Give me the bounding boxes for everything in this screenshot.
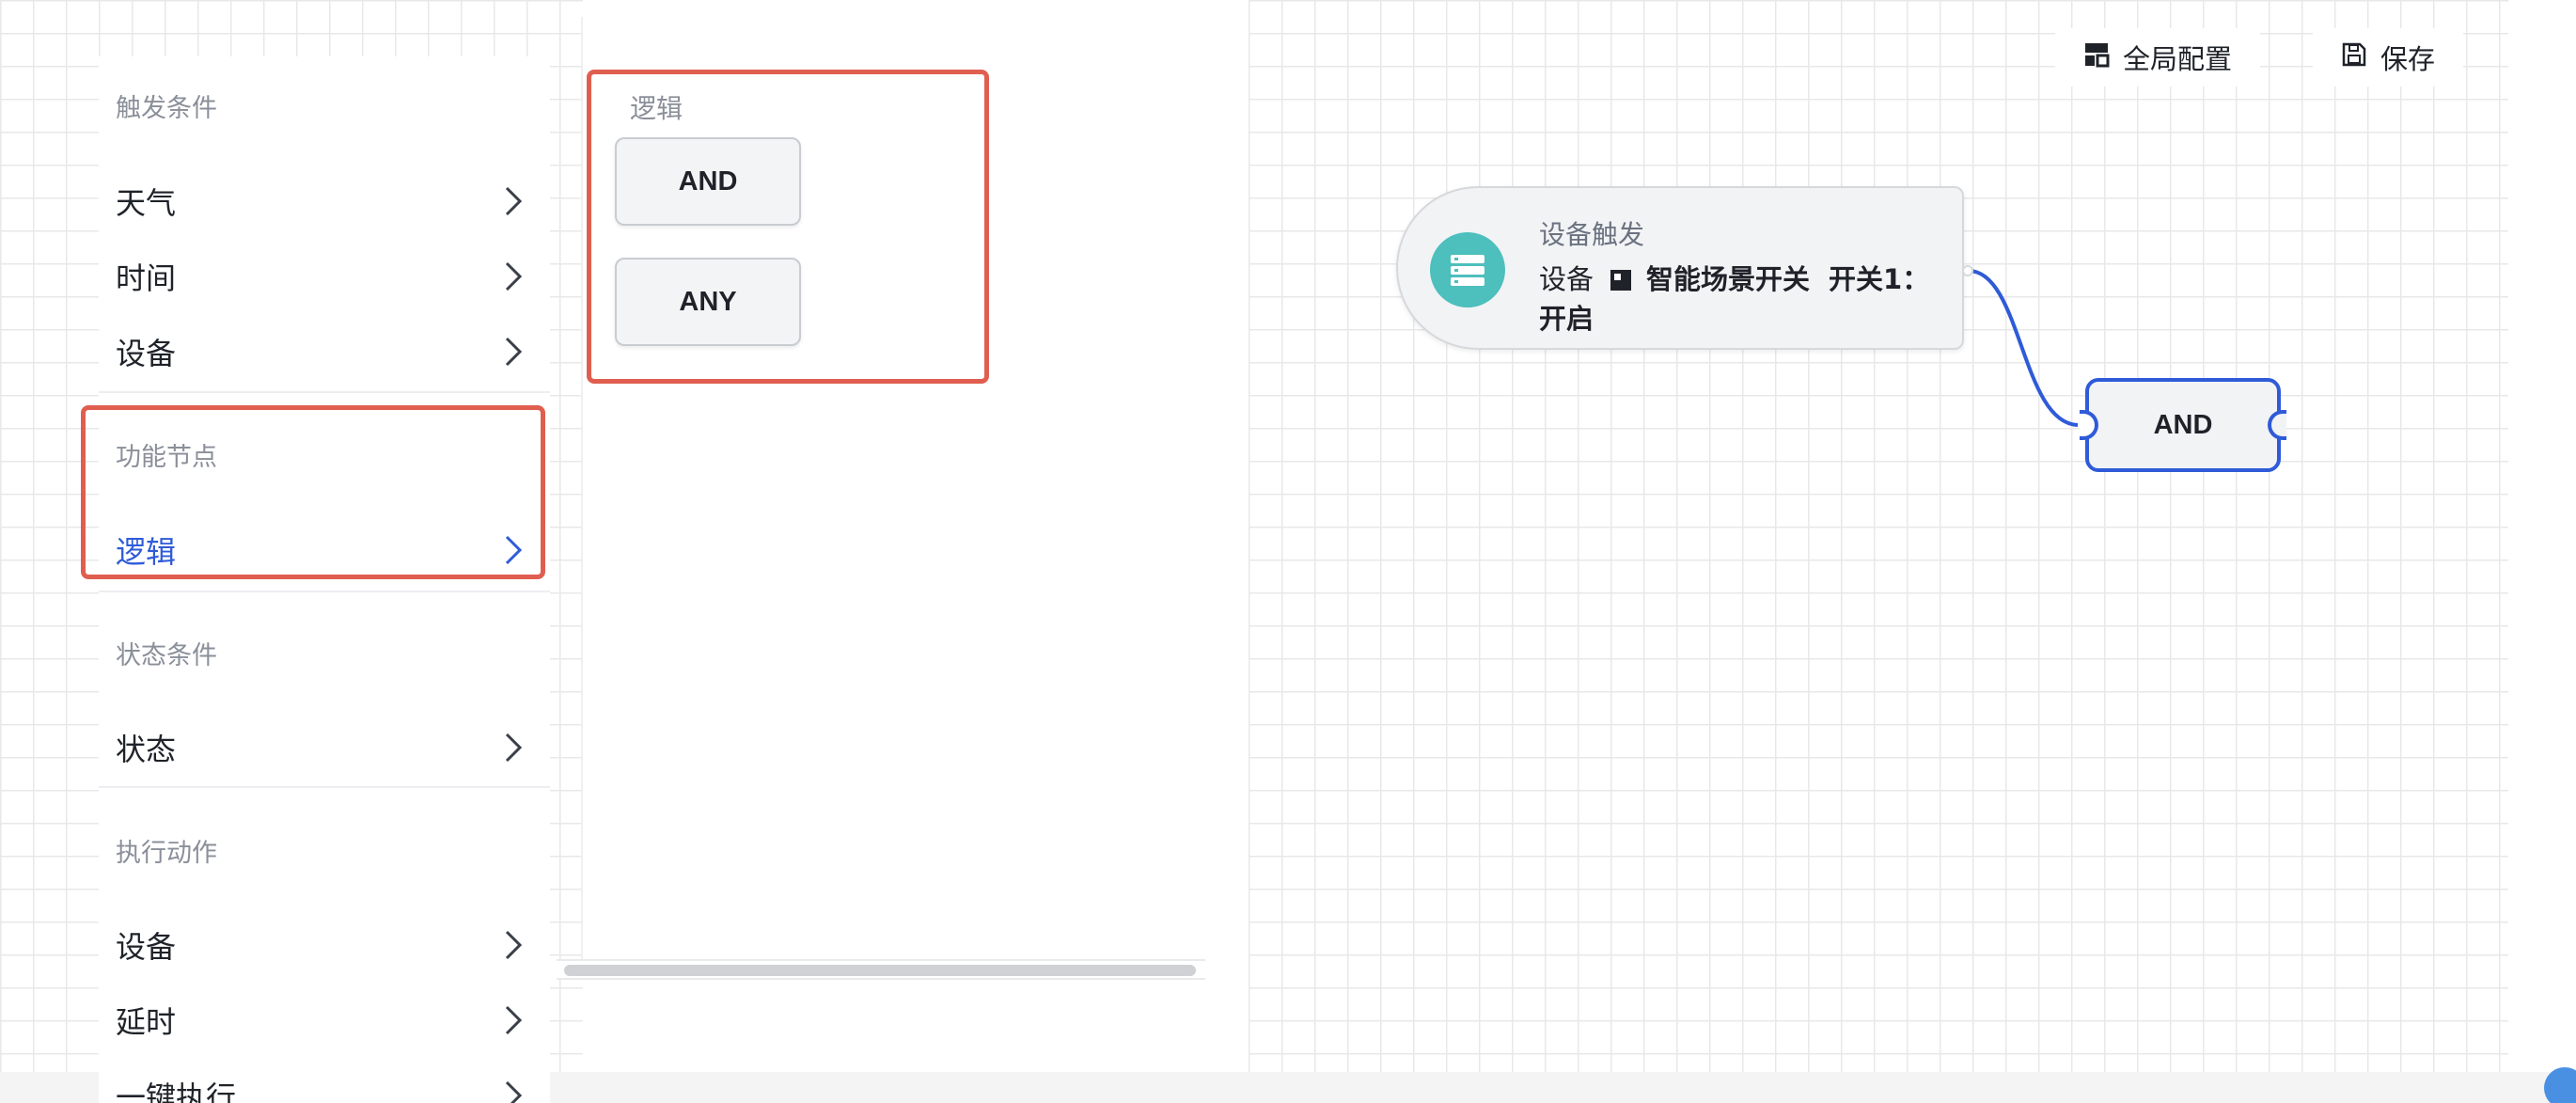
section-title-state: 状态条件 — [116, 641, 217, 670]
chevron-right-icon — [497, 929, 529, 961]
section-title-trigger: 触发条件 — [116, 94, 217, 123]
category-label: 天气 — [116, 185, 177, 221]
server-icon — [1430, 232, 1505, 307]
scrollbar-thumb[interactable] — [564, 965, 1196, 976]
category-label: 设备 — [116, 336, 177, 371]
device-trigger-node[interactable]: 设备触发 设备 智能场景开关 开关1： 开启 — [1396, 186, 1964, 350]
highlight-logic-palette — [587, 70, 989, 384]
save-label: 保存 — [2380, 43, 2436, 75]
global-config-label: 全局配置 — [2123, 43, 2233, 75]
category-delay[interactable]: 延时 — [116, 992, 529, 1048]
category-one-click[interactable]: 一键执行 — [116, 1067, 529, 1103]
highlight-function-section — [81, 405, 545, 579]
chevron-right-icon — [497, 336, 529, 368]
output-notch[interactable] — [2268, 410, 2286, 440]
section-divider — [99, 391, 550, 393]
section-divider — [99, 786, 550, 788]
input-notch[interactable] — [2080, 410, 2098, 440]
logic-node-label: AND — [2153, 409, 2213, 440]
category-label: 状态 — [116, 732, 177, 767]
category-label: 设备 — [116, 929, 177, 965]
trigger-device-name: 智能场景开关 — [1646, 263, 1811, 295]
save-button[interactable]: 保存 — [2313, 28, 2464, 87]
chevron-right-icon — [497, 1004, 529, 1036]
category-device-trigger[interactable]: 设备 — [116, 323, 529, 380]
category-weather[interactable]: 天气 — [116, 173, 529, 229]
section-divider — [99, 591, 550, 592]
category-label: 延时 — [116, 1004, 177, 1040]
layout-icon — [2083, 41, 2110, 74]
trigger-state-value: 开启 — [1539, 303, 1594, 335]
chevron-right-icon — [497, 732, 529, 764]
trigger-node-description: 设备 智能场景开关 开关1： 开启 — [1539, 260, 1943, 339]
chevron-right-icon — [497, 260, 529, 292]
category-state[interactable]: 状态 — [116, 719, 529, 776]
device-icon — [1610, 270, 1632, 291]
section-title-action: 执行动作 — [116, 839, 217, 868]
horizontal-scrollbar[interactable] — [557, 959, 1205, 980]
category-label: 时间 — [116, 260, 177, 296]
logic-and-node[interactable]: AND — [2080, 378, 2286, 472]
save-icon — [2341, 41, 2367, 74]
node-category-panel: 触发条件 天气 时间 设备 功能节点 逻辑 状态条件 状态 执行动作 设备 延时… — [99, 56, 550, 1103]
chevron-right-icon — [497, 185, 529, 217]
flow-canvas[interactable] — [1249, 0, 2508, 1072]
global-config-button[interactable]: 全局配置 — [2055, 28, 2261, 87]
chevron-right-icon — [497, 1079, 529, 1103]
trigger-node-title: 设备触发 — [1539, 219, 1645, 250]
output-port[interactable] — [1962, 265, 1973, 276]
category-device-action[interactable]: 设备 — [116, 917, 529, 973]
trigger-prefix: 设备 — [1539, 263, 1594, 295]
category-label: 一键执行 — [116, 1079, 237, 1103]
category-time[interactable]: 时间 — [116, 248, 529, 305]
trigger-state: 开关1： — [1829, 263, 1930, 295]
